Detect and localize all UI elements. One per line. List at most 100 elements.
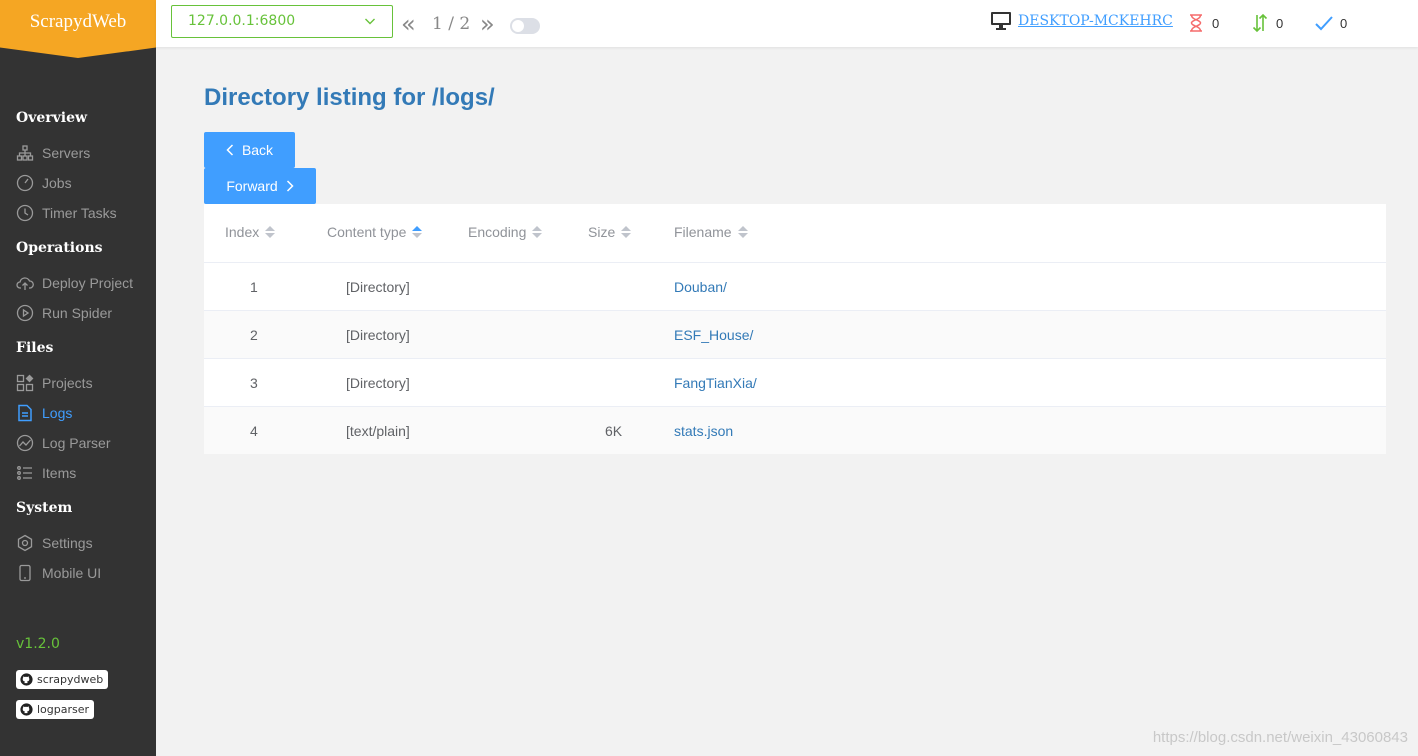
chart-icon: [16, 434, 34, 452]
section-files: Files: [16, 340, 54, 356]
github-badge-scrapydweb[interactable]: scrapydweb: [16, 670, 109, 689]
cell-index: 4: [250, 423, 258, 439]
document-icon: [16, 404, 34, 422]
table-row: 1 [Directory] Douban/: [204, 263, 1386, 311]
column-header-label: Content type: [327, 224, 407, 240]
sitemap-icon: [16, 144, 34, 162]
table-row: 3 [Directory] FangTianXia/: [204, 359, 1386, 407]
section-system: System: [16, 500, 73, 516]
pending-count: 0: [1212, 15, 1220, 31]
topbar: 127.0.0.1:6800 « 1 / 2 » DESKTOP-MCKEHRC…: [156, 0, 1418, 47]
server-select[interactable]: 127.0.0.1:6800: [171, 5, 393, 38]
list-icon: [16, 464, 34, 482]
hourglass-icon: [1186, 13, 1206, 33]
gear-icon: [16, 534, 34, 552]
file-link[interactable]: stats.json: [674, 423, 733, 439]
github-icon: [20, 673, 33, 686]
app-logo[interactable]: ScrapydWeb: [0, 0, 156, 58]
sidebar-item-label: Items: [42, 465, 77, 481]
host-link[interactable]: DESKTOP-MCKEHRC: [1018, 13, 1173, 29]
cell-size: 6K: [605, 423, 623, 439]
sidebar-item-servers[interactable]: Servers: [16, 142, 90, 164]
mobile-icon: [16, 564, 34, 582]
cell-content-type: [Directory]: [346, 279, 410, 295]
sidebar-item-items[interactable]: Items: [16, 462, 76, 484]
sidebar-item-logs[interactable]: Logs: [16, 402, 72, 424]
dashboard-icon: [16, 174, 34, 192]
file-link[interactable]: FangTianXia/: [674, 375, 757, 391]
sidebar-item-label: Log Parser: [42, 435, 111, 451]
column-header-filename[interactable]: Filename: [674, 224, 748, 240]
github-badge-logparser[interactable]: logparser: [16, 700, 95, 719]
sort-caret-icon[interactable]: [412, 226, 423, 238]
sort-arrows-icon: [1250, 13, 1270, 33]
sidebar-item-jobs[interactable]: Jobs: [16, 172, 72, 194]
file-link[interactable]: ESF_House/: [674, 327, 753, 343]
running-jobs-stat[interactable]: 0: [1250, 13, 1283, 33]
cell-index: 1: [250, 279, 258, 295]
sidebar-item-label: Logs: [42, 405, 73, 421]
badge-label: scrapydweb: [37, 673, 104, 686]
sort-caret-icon[interactable]: [532, 226, 543, 238]
sidebar-item-label: Deploy Project: [42, 275, 134, 291]
app-title: ScrapydWeb: [29, 11, 127, 32]
multinode-toggle[interactable]: [510, 18, 540, 34]
sidebar-item-label: Timer Tasks: [42, 205, 117, 221]
sidebar-item-log-parser[interactable]: Log Parser: [16, 432, 110, 454]
server-pager: 1 / 2: [432, 14, 471, 34]
cell-content-type: [text/plain]: [346, 423, 410, 439]
monitor-icon: [990, 11, 1012, 36]
sidebar-item-label: Projects: [42, 375, 93, 391]
sidebar-item-label: Mobile UI: [42, 565, 102, 581]
back-button-label: Back: [241, 142, 274, 158]
column-header-content-type[interactable]: Content type: [327, 224, 423, 240]
sidebar-item-deploy-project[interactable]: Deploy Project: [16, 272, 133, 294]
sidebar-item-mobile-ui[interactable]: Mobile UI: [16, 562, 101, 584]
chevron-right-icon: [286, 180, 294, 192]
column-header-label: Index: [225, 224, 260, 240]
page-title: Directory listing for /logs/: [204, 84, 495, 111]
chevron-down-icon: [364, 15, 376, 27]
column-header-label: Encoding: [468, 224, 527, 240]
sidebar-item-projects[interactable]: Projects: [16, 372, 93, 394]
sort-caret-icon[interactable]: [265, 226, 276, 238]
server-select-value: 127.0.0.1:6800: [188, 13, 296, 29]
sidebar-item-timer-tasks[interactable]: Timer Tasks: [16, 202, 117, 224]
sidebar-item-label: Servers: [42, 145, 91, 161]
cell-index: 3: [250, 375, 258, 391]
cell-content-type: [Directory]: [346, 375, 410, 391]
sort-caret-icon[interactable]: [737, 226, 748, 238]
column-header-encoding[interactable]: Encoding: [468, 224, 543, 240]
pending-jobs-stat[interactable]: 0: [1186, 13, 1219, 33]
sidebar-item-label: Run Spider: [42, 305, 113, 321]
check-icon: [1314, 13, 1334, 33]
cell-index: 2: [250, 327, 258, 343]
chevron-left-icon: [226, 144, 234, 156]
watermark: https://blog.csdn.net/weixin_43060843: [1152, 729, 1408, 746]
column-header-index[interactable]: Index: [225, 224, 276, 240]
app-version: v1.2.0: [16, 636, 60, 652]
column-header-label: Size: [588, 224, 616, 240]
directory-table: Index Content type Encoding Size Filenam…: [204, 204, 1386, 454]
next-server-button[interactable]: »: [480, 12, 495, 36]
prev-server-button[interactable]: «: [401, 12, 416, 36]
table-row: 2 [Directory] ESF_House/: [204, 311, 1386, 359]
sort-caret-icon[interactable]: [621, 226, 632, 238]
upload-cloud-icon: [16, 274, 34, 292]
back-button[interactable]: Back: [204, 132, 295, 168]
play-circle-icon: [16, 304, 34, 322]
github-icon: [20, 703, 33, 716]
finished-count: 0: [1340, 15, 1348, 31]
sidebar-item-run-spider[interactable]: Run Spider: [16, 302, 112, 324]
section-overview: Overview: [16, 110, 88, 126]
running-count: 0: [1276, 15, 1284, 31]
finished-jobs-stat[interactable]: 0: [1314, 13, 1347, 33]
badge-label: logparser: [37, 703, 90, 716]
forward-button[interactable]: Forward: [204, 168, 316, 204]
cell-content-type: [Directory]: [346, 327, 410, 343]
grid-icon: [16, 374, 34, 392]
sidebar-item-settings[interactable]: Settings: [16, 532, 93, 554]
column-header-size[interactable]: Size: [588, 224, 632, 240]
timer-icon: [16, 204, 34, 222]
file-link[interactable]: Douban/: [674, 279, 727, 295]
